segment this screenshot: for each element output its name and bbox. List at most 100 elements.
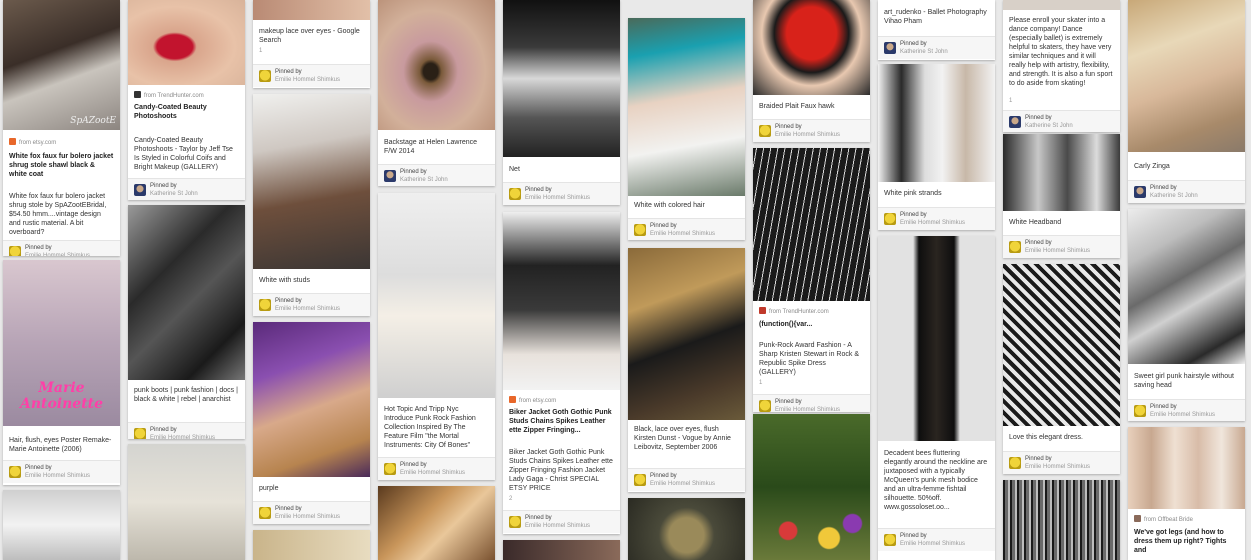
- pinner-avatar[interactable]: [509, 516, 521, 528]
- pin-image[interactable]: [378, 486, 495, 560]
- pinner-attribution[interactable]: Pinned by Emilie Hommel Shimkus: [503, 182, 620, 205]
- pinner-attribution[interactable]: Pinned by Emilie Hommel Shimkus: [878, 207, 995, 230]
- pin-card-skater-dance[interactable]: Please enroll your skater into a dance c…: [1003, 0, 1120, 132]
- pin-card-marie-antoinette[interactable]: Marie Antoinette Hair, flush, eyes Poste…: [3, 260, 120, 485]
- pin-card-punk-hairstyle[interactable]: Sweet girl punk hairstyle without saving…: [1128, 209, 1245, 421]
- pin-image[interactable]: [878, 236, 995, 441]
- pin-title[interactable]: We've got legs (and how to dress them up…: [1134, 528, 1239, 555]
- pin-source[interactable]: from etsy.com: [509, 396, 556, 405]
- pin-card-glitter-eye[interactable]: Backstage at Helen Lawrence F/W 2014 Pin…: [378, 0, 495, 186]
- pin-image[interactable]: [1003, 480, 1120, 560]
- pin-card-pink-strands[interactable]: White pink strands Pinned by Emilie Homm…: [878, 64, 995, 230]
- pinner-avatar[interactable]: [259, 299, 271, 311]
- pin-source[interactable]: from Offbeat Bride: [1134, 515, 1193, 524]
- pin-card-spike-dress[interactable]: from TrendHunter.com (function(){var... …: [753, 148, 870, 412]
- pinner-avatar[interactable]: [759, 125, 771, 137]
- pin-source[interactable]: from TrendHunter.com: [759, 307, 829, 316]
- pinner-avatar[interactable]: [634, 474, 646, 486]
- pin-card-tattoo-legs[interactable]: from Offbeat Bride We've got legs (and h…: [1128, 427, 1245, 560]
- pinner-avatar[interactable]: [1009, 116, 1021, 128]
- pinner-avatar[interactable]: [509, 188, 521, 200]
- pin-image[interactable]: [1128, 0, 1245, 152]
- pin-image[interactable]: [128, 444, 245, 560]
- pinner-avatar[interactable]: [9, 466, 21, 478]
- pinner-attribution[interactable]: Pinned by Emilie Hommel Shimkus: [628, 218, 745, 240]
- pinner-attribution[interactable]: Pinned by Katherine St John: [1128, 180, 1245, 203]
- pinner-avatar[interactable]: [384, 170, 396, 182]
- pin-card-forest-bw[interactable]: [1003, 480, 1120, 560]
- pin-card-white-studs[interactable]: White with studs Pinned by Emilie Hommel…: [253, 94, 370, 316]
- pin-card-curly-hair[interactable]: [378, 486, 495, 560]
- pinner-avatar[interactable]: [259, 507, 271, 519]
- pinner-avatar[interactable]: [759, 400, 771, 412]
- pinner-attribution[interactable]: Pinned by Emilie Hommel Shimkus: [1003, 235, 1120, 258]
- pin-image[interactable]: [253, 322, 370, 477]
- pin-card-bride-white[interactable]: [128, 444, 245, 560]
- pin-card-fox-bolero[interactable]: SpAZootE from etsy.com White fox faux fu…: [3, 0, 120, 256]
- pinner-avatar[interactable]: [1009, 457, 1021, 469]
- pin-image[interactable]: [378, 0, 495, 130]
- pinner-avatar[interactable]: [1009, 241, 1021, 253]
- pin-image[interactable]: [503, 0, 620, 157]
- pinner-attribution[interactable]: Pinned by Emilie Hommel Shimkus: [628, 468, 745, 491]
- pinner-avatar[interactable]: [884, 213, 896, 225]
- pin-image[interactable]: [1003, 0, 1120, 10]
- pin-source[interactable]: from etsy.com: [9, 138, 56, 147]
- pinner-avatar[interactable]: [259, 70, 271, 82]
- pin-image[interactable]: [503, 212, 620, 390]
- pin-card-purple[interactable]: purple Pinned by Emilie Hommel Shimkus: [253, 322, 370, 524]
- pinner-attribution[interactable]: Pinned by Emilie Hommel Shimkus: [1003, 451, 1120, 474]
- pinner-attribution[interactable]: Pinned by Emilie Hommel Shimkus: [128, 422, 245, 439]
- pinner-attribution[interactable]: Pinned by Katherine St John: [378, 164, 495, 186]
- pin-image[interactable]: [1128, 427, 1245, 509]
- pin-image[interactable]: [253, 0, 370, 20]
- pin-image[interactable]: SpAZootE: [3, 0, 120, 130]
- pinner-avatar[interactable]: [134, 184, 146, 196]
- pin-card-ballet-source[interactable]: art_rudenko - Ballet Photography Vihao P…: [878, 0, 995, 60]
- pin-card-carly-zinga[interactable]: Carly Zinga Pinned by Katherine St John: [1128, 0, 1245, 203]
- pinner-avatar[interactable]: [134, 428, 146, 439]
- pin-title[interactable]: (function(){var...: [759, 320, 864, 329]
- pinner-attribution[interactable]: Pinned by Emilie Hommel Shimkus: [1128, 399, 1245, 421]
- pin-image[interactable]: [128, 0, 245, 85]
- pin-card-punk-boots[interactable]: punk boots | punk fashion | docs | black…: [128, 205, 245, 439]
- pin-image[interactable]: [378, 193, 495, 398]
- pin-image[interactable]: [753, 414, 870, 560]
- pin-image[interactable]: [1003, 264, 1120, 426]
- pin-image[interactable]: [1003, 134, 1120, 211]
- pinner-avatar[interactable]: [1134, 186, 1146, 198]
- pin-image[interactable]: [1128, 209, 1245, 364]
- pin-image[interactable]: [628, 498, 745, 560]
- pin-image[interactable]: [253, 530, 370, 560]
- pin-title[interactable]: Candy-Coated Beauty Photoshoots: [134, 103, 239, 121]
- pin-image[interactable]: [753, 148, 870, 301]
- pin-card-net[interactable]: Net Pinned by Emilie Hommel Shimkus: [503, 0, 620, 205]
- pin-image[interactable]: [628, 248, 745, 420]
- pinner-avatar[interactable]: [634, 224, 646, 236]
- pin-card-colored-hair[interactable]: White with colored hair Pinned by Emilie…: [628, 18, 745, 240]
- pinner-attribution[interactable]: Pinned by Emilie Hommel Shimkus: [753, 394, 870, 412]
- pinner-attribution[interactable]: Pinned by Katherine St John: [1003, 110, 1120, 132]
- pin-card-white-headband[interactable]: White Headband Pinned by Emilie Hommel S…: [1003, 134, 1120, 258]
- pin-source[interactable]: from TrendHunter.com: [134, 91, 204, 100]
- pin-card-hot-topic[interactable]: Hot Topic And Tripp Nyc Introduce Punk R…: [378, 193, 495, 480]
- pinner-attribution[interactable]: Pinned by Emilie Hommel Shimkus: [3, 460, 120, 483]
- pinner-attribution[interactable]: Pinned by Emilie Hommel Shimkus: [503, 510, 620, 533]
- pin-card-candy-coated[interactable]: from TrendHunter.com Candy-Coated Beauty…: [128, 0, 245, 200]
- pin-card-makeup-lace[interactable]: makeup lace over eyes - Google Search 1 …: [253, 0, 370, 88]
- pinner-avatar[interactable]: [884, 534, 896, 546]
- pin-card-col5-bottom[interactable]: [503, 540, 620, 560]
- pin-card-mcqueen-gown[interactable]: Decadent bees fluttering elegantly aroun…: [878, 236, 995, 560]
- pinner-attribution[interactable]: Pinned by Emilie Hommel Shimkus: [378, 457, 495, 480]
- pinner-attribution[interactable]: Pinned by Emilie Hommel Shimkus: [253, 293, 370, 316]
- pin-card-biker-jacket[interactable]: from etsy.com Biker Jacket Goth Gothic P…: [503, 212, 620, 534]
- pin-card-elegant-dress[interactable]: Love this elegant dress. Pinned by Emili…: [1003, 264, 1120, 474]
- pin-image[interactable]: [253, 94, 370, 269]
- pinner-attribution[interactable]: Pinned by Emilie Hommel Shimkus: [3, 240, 120, 256]
- pin-title[interactable]: White fox faux fur bolero jacket shrug s…: [9, 152, 114, 179]
- pin-image[interactable]: Marie Antoinette: [3, 260, 120, 426]
- pinner-attribution[interactable]: Pinned by Emilie Hommel Shimkus: [253, 64, 370, 87]
- pin-image[interactable]: [878, 64, 995, 182]
- pinner-avatar[interactable]: [384, 463, 396, 475]
- pin-image[interactable]: [753, 0, 870, 95]
